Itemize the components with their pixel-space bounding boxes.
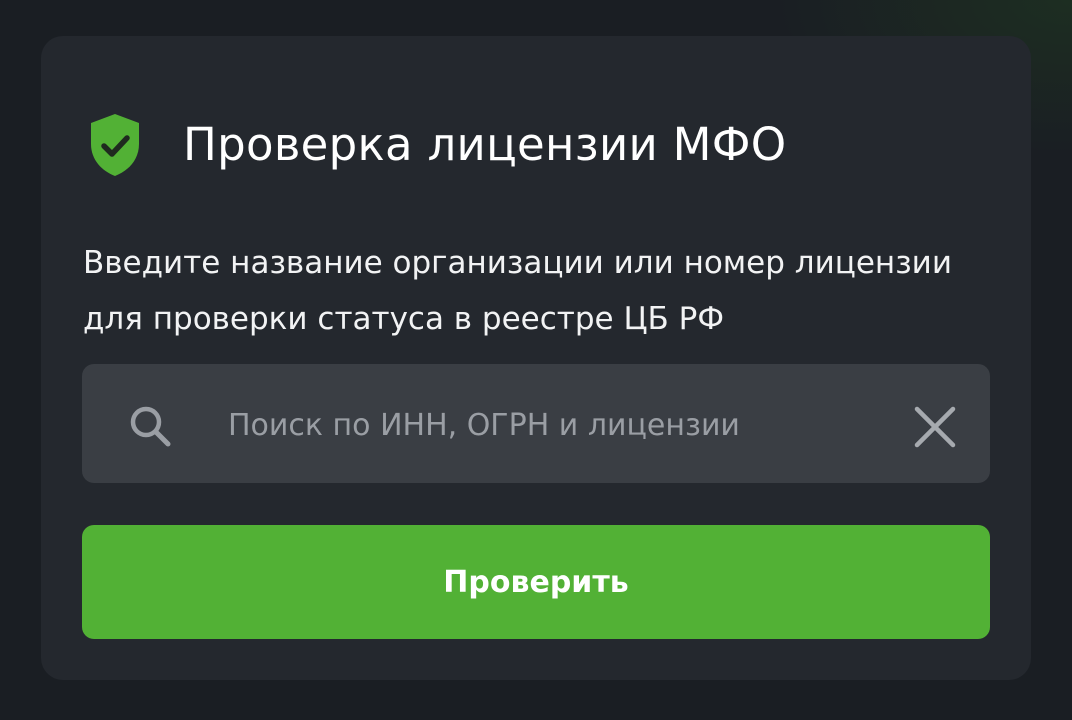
card-header: Проверка лицензии МФО: [85, 88, 787, 201]
license-check-card: Проверка лицензии МФО Введите название о…: [41, 36, 1031, 680]
description-text: Введите название организации или номер л…: [83, 245, 952, 337]
close-icon[interactable]: [912, 404, 958, 450]
search-icon: [126, 402, 174, 450]
search-input[interactable]: [226, 394, 900, 456]
search-box: [82, 364, 990, 483]
shield-check-icon: [85, 110, 145, 180]
page-title: Проверка лицензии МФО: [183, 118, 787, 172]
check-button[interactable]: Проверить: [82, 525, 990, 639]
